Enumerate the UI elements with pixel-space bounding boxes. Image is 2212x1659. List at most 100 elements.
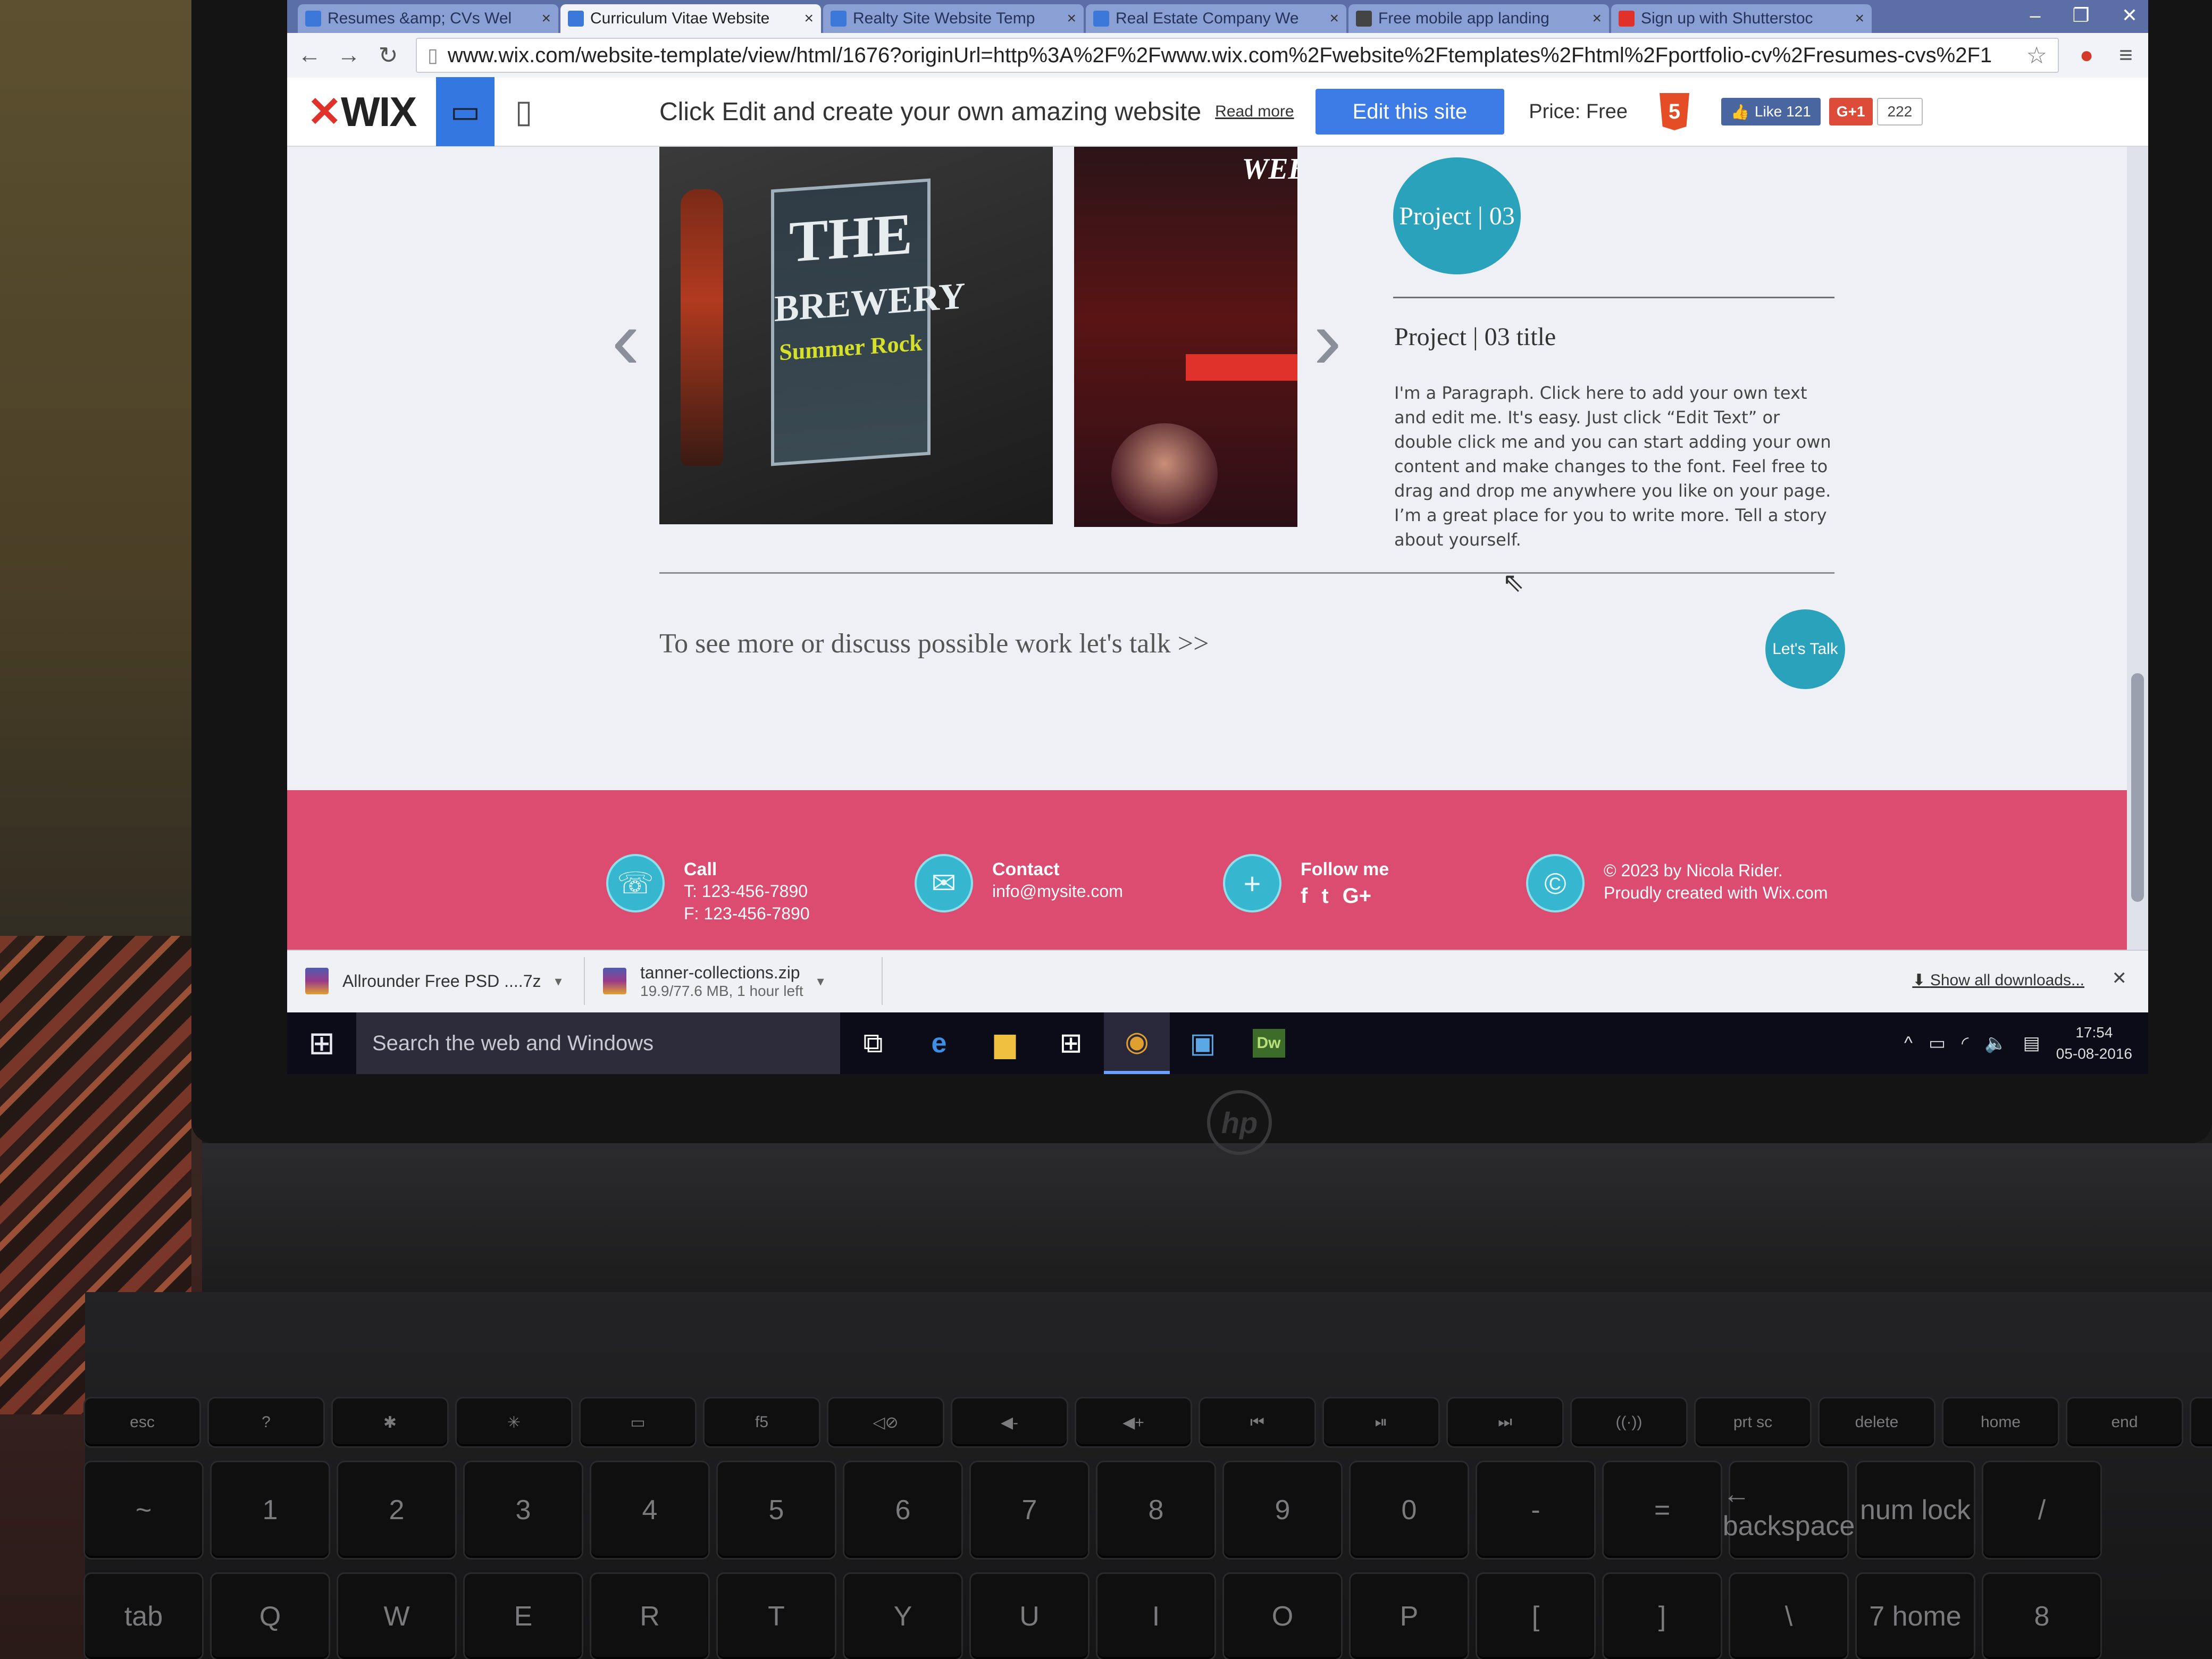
task-view-icon[interactable]: ⧉: [840, 1012, 906, 1074]
address-bar: ← → ↻ ▯ www.wix.com/website-template/vie…: [287, 33, 2148, 78]
dreamweaver-label: Dw: [1252, 1029, 1285, 1058]
created-with-text[interactable]: Proudly created with Wix.com: [1604, 882, 1828, 904]
chevron-up-icon[interactable]: ^: [1904, 1033, 1913, 1054]
keyboard-key: ⏯: [1324, 1398, 1438, 1446]
price-label: Price: Free: [1529, 100, 1628, 123]
browser-tab[interactable]: Sign up with Shutterstoc ×: [1611, 4, 1872, 33]
taskbar-search-box[interactable]: Search the web and Windows: [356, 1012, 840, 1074]
cta-text: To see more or discuss possible work let…: [659, 629, 1209, 659]
like-count: Like 121: [1754, 103, 1811, 120]
show-all-downloads-link[interactable]: ⬇ Show all downloads...: [1912, 971, 2084, 990]
contact-email[interactable]: info@mysite.com: [992, 880, 1123, 902]
keyboard-key: ← backspace: [1723, 1462, 1855, 1558]
dropdown-icon[interactable]: ▾: [555, 973, 562, 990]
keyboard-key: 0: [1351, 1462, 1468, 1558]
keyboard-key: tab: [85, 1574, 202, 1659]
project-divider: [1393, 297, 1834, 298]
keyboard-key: Y: [844, 1574, 961, 1659]
twitter-icon[interactable]: t: [1321, 884, 1328, 908]
wifi-icon[interactable]: ◜: [1962, 1033, 1968, 1054]
project-badge: Project | 03: [1393, 157, 1521, 274]
store-icon[interactable]: ⊞: [1038, 1012, 1104, 1074]
restore-icon[interactable]: ❐: [2073, 4, 2090, 27]
edit-this-site-button[interactable]: Edit this site: [1315, 89, 1505, 135]
browser-tab[interactable]: Real Estate Company We ×: [1086, 4, 1346, 33]
social-links: f t G+: [1301, 884, 1389, 908]
notification-icon[interactable]: ▤: [2023, 1033, 2040, 1054]
prev-arrow-icon[interactable]: ‹: [611, 290, 640, 388]
archive-icon: [305, 968, 329, 994]
photos-icon[interactable]: ▣: [1170, 1012, 1236, 1074]
tab-label: Realty Site Website Temp: [853, 10, 1035, 27]
download-item[interactable]: tanner-collections.zip 19.9/77.6 MB, 1 h…: [590, 957, 883, 1005]
windows-start-icon[interactable]: ⊞: [287, 1012, 356, 1074]
red-banner: [1186, 354, 1297, 381]
close-tab-icon[interactable]: ×: [804, 10, 814, 28]
keyboard-key: 3: [465, 1462, 582, 1558]
web-design-thumbnail[interactable]: WEB: [1074, 147, 1297, 527]
keyboard-key: ◀-: [952, 1398, 1067, 1446]
page-scrollbar[interactable]: [2127, 147, 2148, 950]
lets-talk-button[interactable]: Let's Talk: [1765, 609, 1845, 689]
close-tab-icon[interactable]: ×: [1067, 10, 1076, 28]
keyboard-key: U: [971, 1574, 1088, 1659]
minimize-icon[interactable]: –: [2030, 4, 2041, 27]
project-title: Project | 03 title: [1394, 323, 1556, 351]
shutterstock-icon: [1619, 11, 1635, 27]
wix-logo[interactable]: ✕WIX: [287, 88, 436, 136]
browser-tab[interactable]: Curriculum Vitae Website ×: [560, 4, 821, 33]
scrollbar-thumb[interactable]: [2131, 673, 2144, 902]
wix-icon: [831, 11, 847, 27]
browser-tab[interactable]: Realty Site Website Temp ×: [823, 4, 1084, 33]
reload-icon[interactable]: ↻: [376, 42, 400, 69]
wix-icon: [305, 11, 321, 27]
mobile-view-button[interactable]: ▯: [495, 77, 553, 146]
close-tab-icon[interactable]: ×: [1855, 10, 1864, 28]
download-item[interactable]: Allrounder Free PSD ....7z ▾: [292, 957, 585, 1005]
keyboard-key: 5: [718, 1462, 835, 1558]
close-tab-icon[interactable]: ×: [1592, 10, 1602, 28]
volume-icon[interactable]: 🔈: [1984, 1033, 2007, 1054]
chrome-icon[interactable]: ◉: [1104, 1012, 1170, 1074]
call-title: Call: [684, 859, 717, 879]
battery-icon[interactable]: ▭: [1929, 1033, 1946, 1054]
brewery-box-image: THE BREWERY Summer Rock: [771, 178, 965, 466]
keyboard-key: ((·)): [1572, 1398, 1686, 1446]
download-arrow-icon: ⬇: [1912, 971, 1930, 989]
googleplus-icon[interactable]: G+: [1343, 884, 1371, 908]
close-tab-icon[interactable]: ×: [541, 10, 551, 28]
facebook-icon[interactable]: f: [1301, 884, 1308, 908]
url-input[interactable]: ▯ www.wix.com/website-template/view/html…: [416, 38, 2059, 73]
close-download-bar-icon[interactable]: ✕: [2112, 968, 2127, 989]
keyboard-key: Q: [212, 1574, 329, 1659]
brewery-thumbnail[interactable]: THE BREWERY Summer Rock: [659, 147, 1053, 524]
laptop-hinge: [202, 1143, 2212, 1292]
back-icon[interactable]: ←: [298, 42, 321, 69]
desktop-view-button[interactable]: ▭: [436, 77, 495, 146]
taskbar-clock[interactable]: 17:54 05-08-2016: [2056, 1022, 2132, 1065]
url-text: www.wix.com/website-template/view/html/1…: [447, 43, 1992, 67]
browser-tab[interactable]: Free mobile app landing ×: [1348, 4, 1609, 33]
browser-tab[interactable]: Resumes &amp; CVs Wel ×: [298, 4, 558, 33]
keyboard-key: end: [2067, 1398, 2182, 1446]
forward-icon[interactable]: →: [337, 42, 361, 69]
keyboard-key: delete: [1820, 1398, 1934, 1446]
brewery-line2: BREWERY: [774, 275, 966, 330]
facebook-like-button[interactable]: 👍 Like 121: [1721, 98, 1821, 125]
browser-tab-bar: Resumes &amp; CVs Wel × Curriculum Vitae W…: [287, 0, 2148, 33]
next-arrow-icon[interactable]: ›: [1313, 290, 1342, 388]
search-placeholder: Search the web and Windows: [372, 1031, 654, 1055]
menu-icon[interactable]: ≡: [2114, 42, 2138, 69]
read-more-link[interactable]: Read more: [1215, 103, 1294, 121]
dreamweaver-icon[interactable]: Dw: [1236, 1012, 1302, 1074]
dropdown-icon[interactable]: ▾: [817, 973, 824, 990]
bookmark-star-icon[interactable]: ☆: [2026, 42, 2047, 69]
extension-icon[interactable]: ●: [2075, 42, 2098, 69]
close-tab-icon[interactable]: ×: [1329, 10, 1339, 28]
tab-label: Resumes &amp; CVs Wel: [328, 10, 512, 27]
gplus-button[interactable]: G+1: [1829, 98, 1873, 125]
file-explorer-icon[interactable]: ▆: [972, 1012, 1038, 1074]
windows-taskbar: ⊞ Search the web and Windows ⧉ e ▆ ⊞ ◉ ▣…: [287, 1012, 2148, 1074]
edge-icon[interactable]: e: [906, 1012, 972, 1074]
close-window-icon[interactable]: ✕: [2122, 4, 2138, 27]
